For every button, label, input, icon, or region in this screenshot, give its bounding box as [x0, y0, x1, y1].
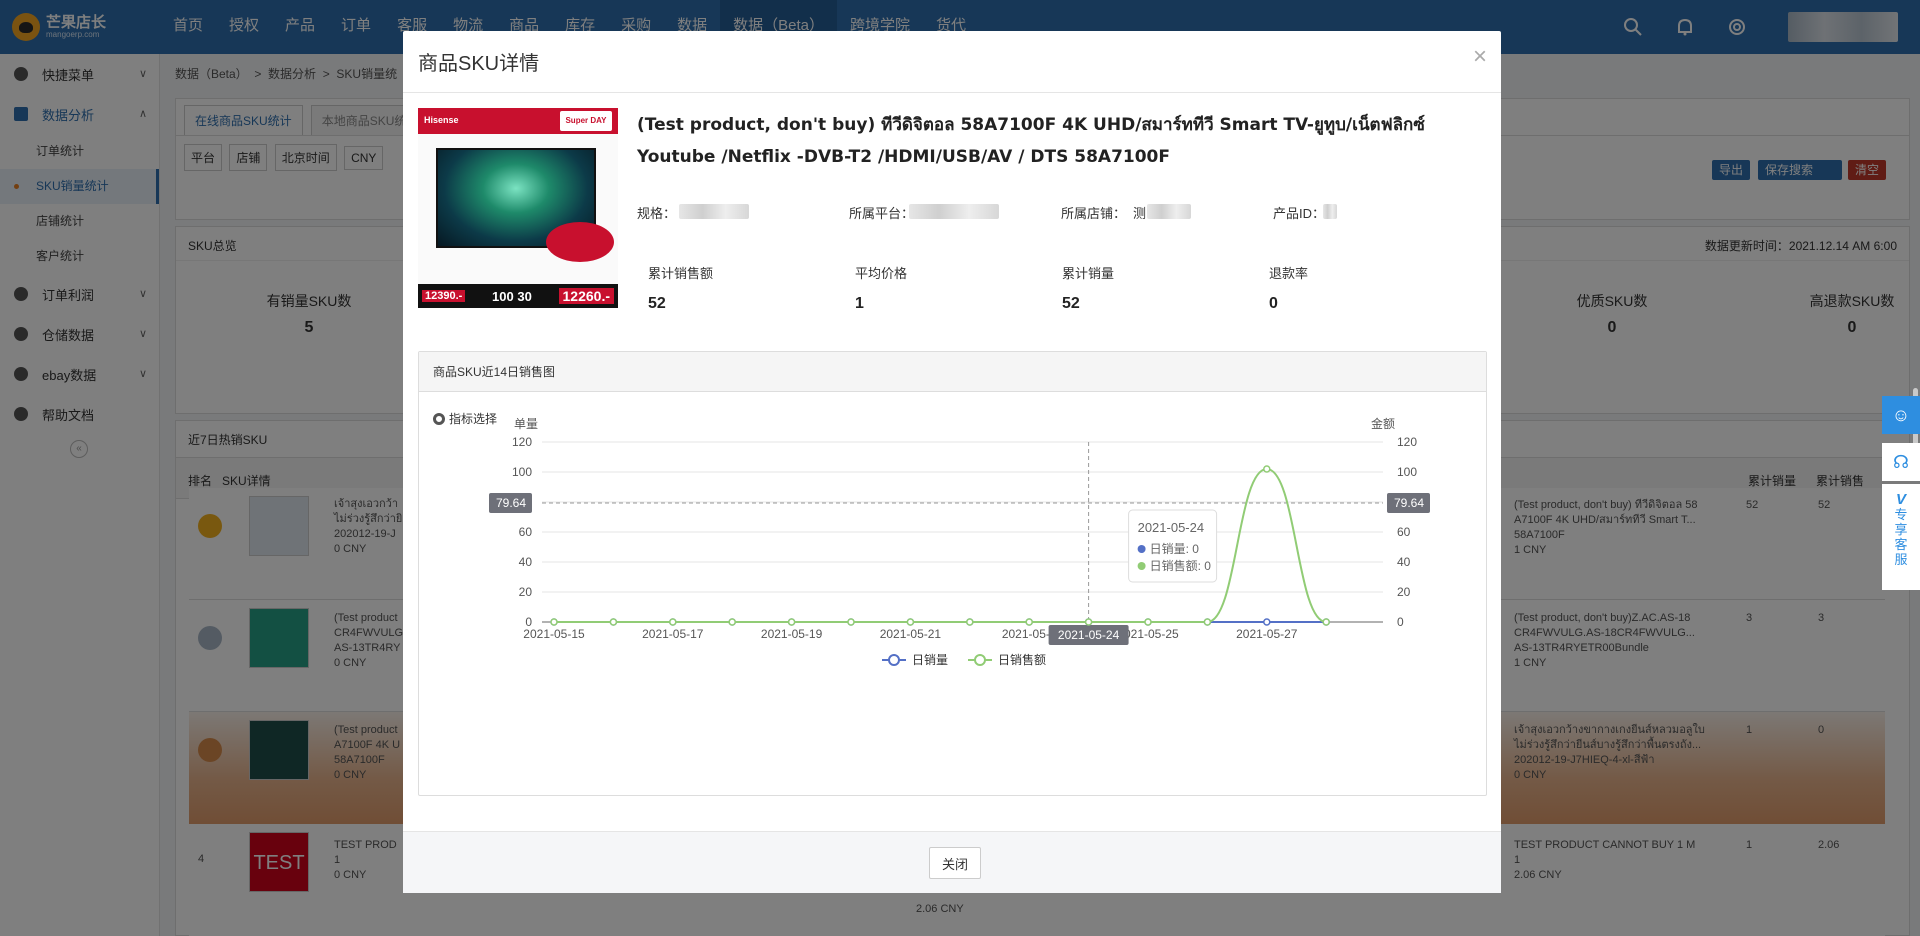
data-point	[728, 618, 736, 626]
y-tick-right: 100	[1397, 465, 1417, 479]
sales-chart-panel: 商品SKU近14日销售图 指标选择 单量金额002020404060608080…	[418, 351, 1487, 796]
vip-service[interactable]: V 专 享 客 服	[1882, 484, 1920, 590]
product-id-label: 产品ID：	[1273, 206, 1326, 221]
y-tick-left: 20	[519, 585, 533, 599]
x-tick-label: 2021-05-27	[1236, 627, 1298, 641]
y-tick-right: 120	[1397, 435, 1417, 449]
product-image[interactable]: Hisense Super DAY 12390.- 100 30 12260.-	[418, 108, 618, 308]
kpi-value: 52	[648, 295, 666, 312]
data-point	[1263, 465, 1271, 473]
x-tick-label: 2021-05-19	[761, 627, 823, 641]
legend-label: 日销售额	[998, 652, 1046, 667]
legend-label: 日销量	[912, 653, 948, 667]
sale-sticker	[546, 222, 614, 262]
data-point	[1025, 618, 1033, 626]
data-point	[550, 618, 558, 626]
shop-value-redacted	[1147, 204, 1191, 219]
crosshair-right-label: 79.64	[1394, 496, 1424, 510]
tooltip-line-qty: 日销量: 0	[1150, 542, 1200, 556]
crosshair-x-label: 2021-05-24	[1058, 628, 1120, 642]
chart-panel-title: 商品SKU近14日销售图	[419, 352, 1486, 392]
product-image-body	[418, 134, 618, 284]
legend-marker	[888, 654, 900, 666]
data-point	[609, 618, 618, 626]
new-price: 12260.-	[558, 288, 614, 304]
tooltip-dot-sales	[1137, 562, 1146, 570]
data-point	[1322, 618, 1330, 626]
close-button[interactable]: 关闭	[929, 847, 981, 879]
kpi-label: 退款率	[1269, 266, 1309, 281]
data-point	[847, 618, 855, 626]
tooltip-dot-qty	[1137, 545, 1146, 553]
kpi-value: 52	[1062, 295, 1080, 312]
shop-value-initial: 测	[1133, 206, 1147, 221]
data-point	[1144, 618, 1152, 626]
kpi-label: 累计销售额	[648, 266, 714, 281]
platform-value-redacted	[909, 204, 999, 219]
y-tick-left: 40	[519, 555, 533, 569]
tooltip-title: 2021-05-24	[1138, 520, 1205, 535]
product-image-brand: Hisense	[424, 115, 459, 125]
headset-icon[interactable]: ☊	[1882, 443, 1920, 481]
close-icon[interactable]: ×	[1473, 45, 1487, 69]
y-tick-right: 40	[1397, 555, 1411, 569]
kpi-label: 平均价格	[855, 266, 908, 281]
legend-marker	[974, 654, 986, 666]
old-price: 12390.-	[422, 290, 466, 302]
y-tick-left: 100	[512, 465, 532, 479]
y-tick-right: 60	[1397, 525, 1411, 539]
sales-line-chart[interactable]: 单量金额0020204040606080801001001201202021-0…	[419, 392, 1486, 795]
spec-label: 规格：	[637, 206, 677, 221]
modal-title: 商品SKU详情	[418, 53, 540, 75]
kpi-value: 0	[1269, 295, 1278, 312]
product-image-banner: Hisense Super DAY	[418, 108, 618, 134]
promo-numbers: 100 30	[492, 288, 532, 304]
data-point	[1084, 618, 1093, 626]
data-point	[906, 618, 915, 626]
modal-footer: 关闭	[403, 831, 1501, 893]
data-point	[966, 618, 974, 626]
vip-icon: V	[1895, 491, 1906, 508]
data-point	[1203, 618, 1212, 626]
tooltip-line-sales: 日销售额: 0	[1150, 558, 1212, 573]
sku-detail-modal: 商品SKU详情 × Hisense Super DAY 12390.- 100 …	[403, 31, 1501, 893]
product-image-price-strip: 12390.- 100 30 12260.-	[418, 284, 618, 308]
product-title: (Test product, don't buy) ทีวีดิจิตอล 58…	[637, 115, 1425, 167]
kpi-value: 1	[855, 295, 864, 312]
spec-value-redacted	[679, 204, 749, 219]
y-tick-right: 0	[1397, 615, 1404, 629]
data-point	[1263, 618, 1271, 626]
shop-label: 所属店铺：	[1061, 206, 1127, 221]
product-image-badge: Super DAY	[560, 111, 612, 131]
x-tick-label: 2021-05-17	[642, 627, 704, 641]
data-point	[787, 618, 796, 626]
data-point	[669, 618, 677, 626]
product-id-redacted	[1323, 204, 1337, 219]
y-tick-left: 60	[519, 525, 533, 539]
y-tick-left: 120	[512, 435, 532, 449]
platform-label: 所属平台：	[849, 206, 915, 221]
y-tick-right: 20	[1397, 585, 1411, 599]
y-axis-right-title: 金额	[1371, 416, 1395, 431]
kpi-label: 累计销量	[1062, 266, 1115, 281]
x-tick-label: 2021-05-15	[523, 627, 585, 641]
x-tick-label: 2021-05-21	[880, 627, 942, 641]
contact-icon[interactable]: ☺	[1882, 396, 1920, 434]
y-axis-left-title: 单量	[514, 417, 538, 431]
modal-header: 商品SKU详情 ×	[403, 31, 1501, 93]
crosshair-left-label: 79.64	[496, 496, 526, 510]
